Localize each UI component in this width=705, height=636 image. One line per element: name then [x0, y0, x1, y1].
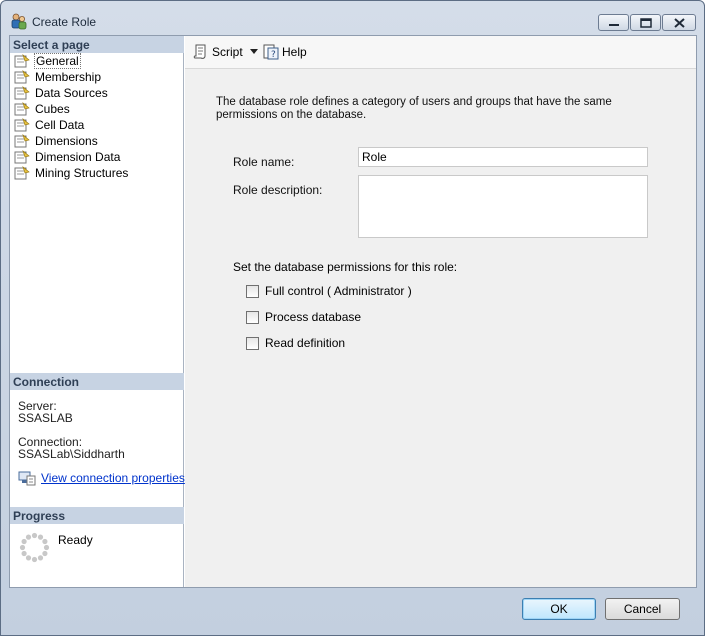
cancel-button[interactable]: Cancel — [605, 598, 680, 620]
read-definition-label[interactable]: Read definition — [265, 336, 345, 350]
select-page-header: Select a page — [10, 36, 184, 53]
full-control-checkbox[interactable] — [246, 285, 259, 298]
script-button[interactable]: Script — [193, 43, 263, 61]
connection-properties-icon — [18, 470, 36, 486]
page-label: Membership — [35, 70, 102, 84]
dialog-client-area: Select a page General Membership Data So… — [9, 35, 697, 588]
connection-value: SSASLab\Siddharth — [18, 447, 125, 461]
page-icon — [14, 165, 30, 180]
progress-spinner-icon — [19, 532, 50, 563]
dialog-footer: OK Cancel — [1, 589, 704, 636]
page-label: Cell Data — [35, 118, 85, 132]
intro-text: The database role defines a category of … — [216, 96, 612, 121]
minimize-button[interactable] — [598, 14, 629, 31]
page-item-membership[interactable]: Membership — [13, 69, 181, 85]
page-item-cell-data[interactable]: Cell Data — [13, 117, 181, 133]
page-icon — [14, 117, 30, 132]
page-item-data-sources[interactable]: Data Sources — [13, 85, 181, 101]
page-item-general[interactable]: General — [13, 53, 181, 69]
right-pane: Script ? Help The database role defines … — [185, 36, 696, 587]
progress-status: Ready — [58, 533, 93, 547]
page-icon — [14, 101, 30, 116]
script-label: Script — [212, 45, 243, 59]
window-title: Create Role — [32, 15, 97, 29]
process-database-label[interactable]: Process database — [265, 310, 361, 324]
page-label: Dimension Data — [35, 150, 121, 164]
maximize-icon — [640, 18, 652, 28]
page-icon — [14, 85, 30, 100]
full-control-label[interactable]: Full control ( Administrator ) — [265, 284, 412, 298]
minimize-icon — [609, 24, 619, 26]
help-button[interactable]: ? Help — [263, 43, 313, 61]
page-label: Cubes — [35, 102, 70, 116]
help-label: Help — [282, 45, 307, 59]
title-bar[interactable]: Create Role — [1, 1, 704, 35]
role-name-label: Role name: — [233, 155, 295, 169]
page-item-dimension-data[interactable]: Dimension Data — [13, 149, 181, 165]
role-name-input[interactable] — [358, 147, 648, 167]
progress-header: Progress — [10, 507, 184, 524]
page-item-cubes[interactable]: Cubes — [13, 101, 181, 117]
page-list: General Membership Data Sources Cubes Ce… — [13, 53, 181, 181]
permissions-title: Set the database permissions for this ro… — [233, 260, 458, 274]
process-database-checkbox[interactable] — [246, 311, 259, 324]
maximize-button[interactable] — [630, 14, 661, 31]
ok-button[interactable]: OK — [522, 598, 596, 620]
page-label: General — [34, 53, 81, 69]
page-icon — [14, 149, 30, 164]
close-button[interactable] — [662, 14, 696, 31]
page-label: Mining Structures — [35, 166, 129, 180]
toolbar: Script ? Help — [185, 36, 696, 69]
close-icon — [674, 18, 685, 28]
create-role-window: Create Role Select a page General Member… — [0, 0, 705, 636]
server-value: SSASLAB — [18, 411, 73, 425]
page-label: Dimensions — [35, 134, 98, 148]
page-icon — [14, 69, 30, 84]
script-icon — [193, 43, 209, 60]
read-definition-checkbox[interactable] — [246, 337, 259, 350]
role-description-input[interactable] — [358, 175, 648, 238]
svg-text:?: ? — [271, 50, 276, 60]
view-connection-properties-text[interactable]: View connection properties — [41, 471, 185, 485]
page-icon — [14, 53, 30, 68]
help-icon: ? — [263, 43, 279, 60]
connection-header: Connection — [10, 373, 184, 390]
dropdown-arrow-icon[interactable] — [250, 49, 258, 54]
page-label: Data Sources — [35, 86, 108, 100]
role-description-label: Role description: — [233, 183, 323, 197]
page-item-mining-structures[interactable]: Mining Structures — [13, 165, 181, 181]
page-item-dimensions[interactable]: Dimensions — [13, 133, 181, 149]
left-pane: Select a page General Membership Data So… — [10, 36, 185, 587]
page-icon — [14, 133, 30, 148]
users-icon — [10, 13, 27, 30]
